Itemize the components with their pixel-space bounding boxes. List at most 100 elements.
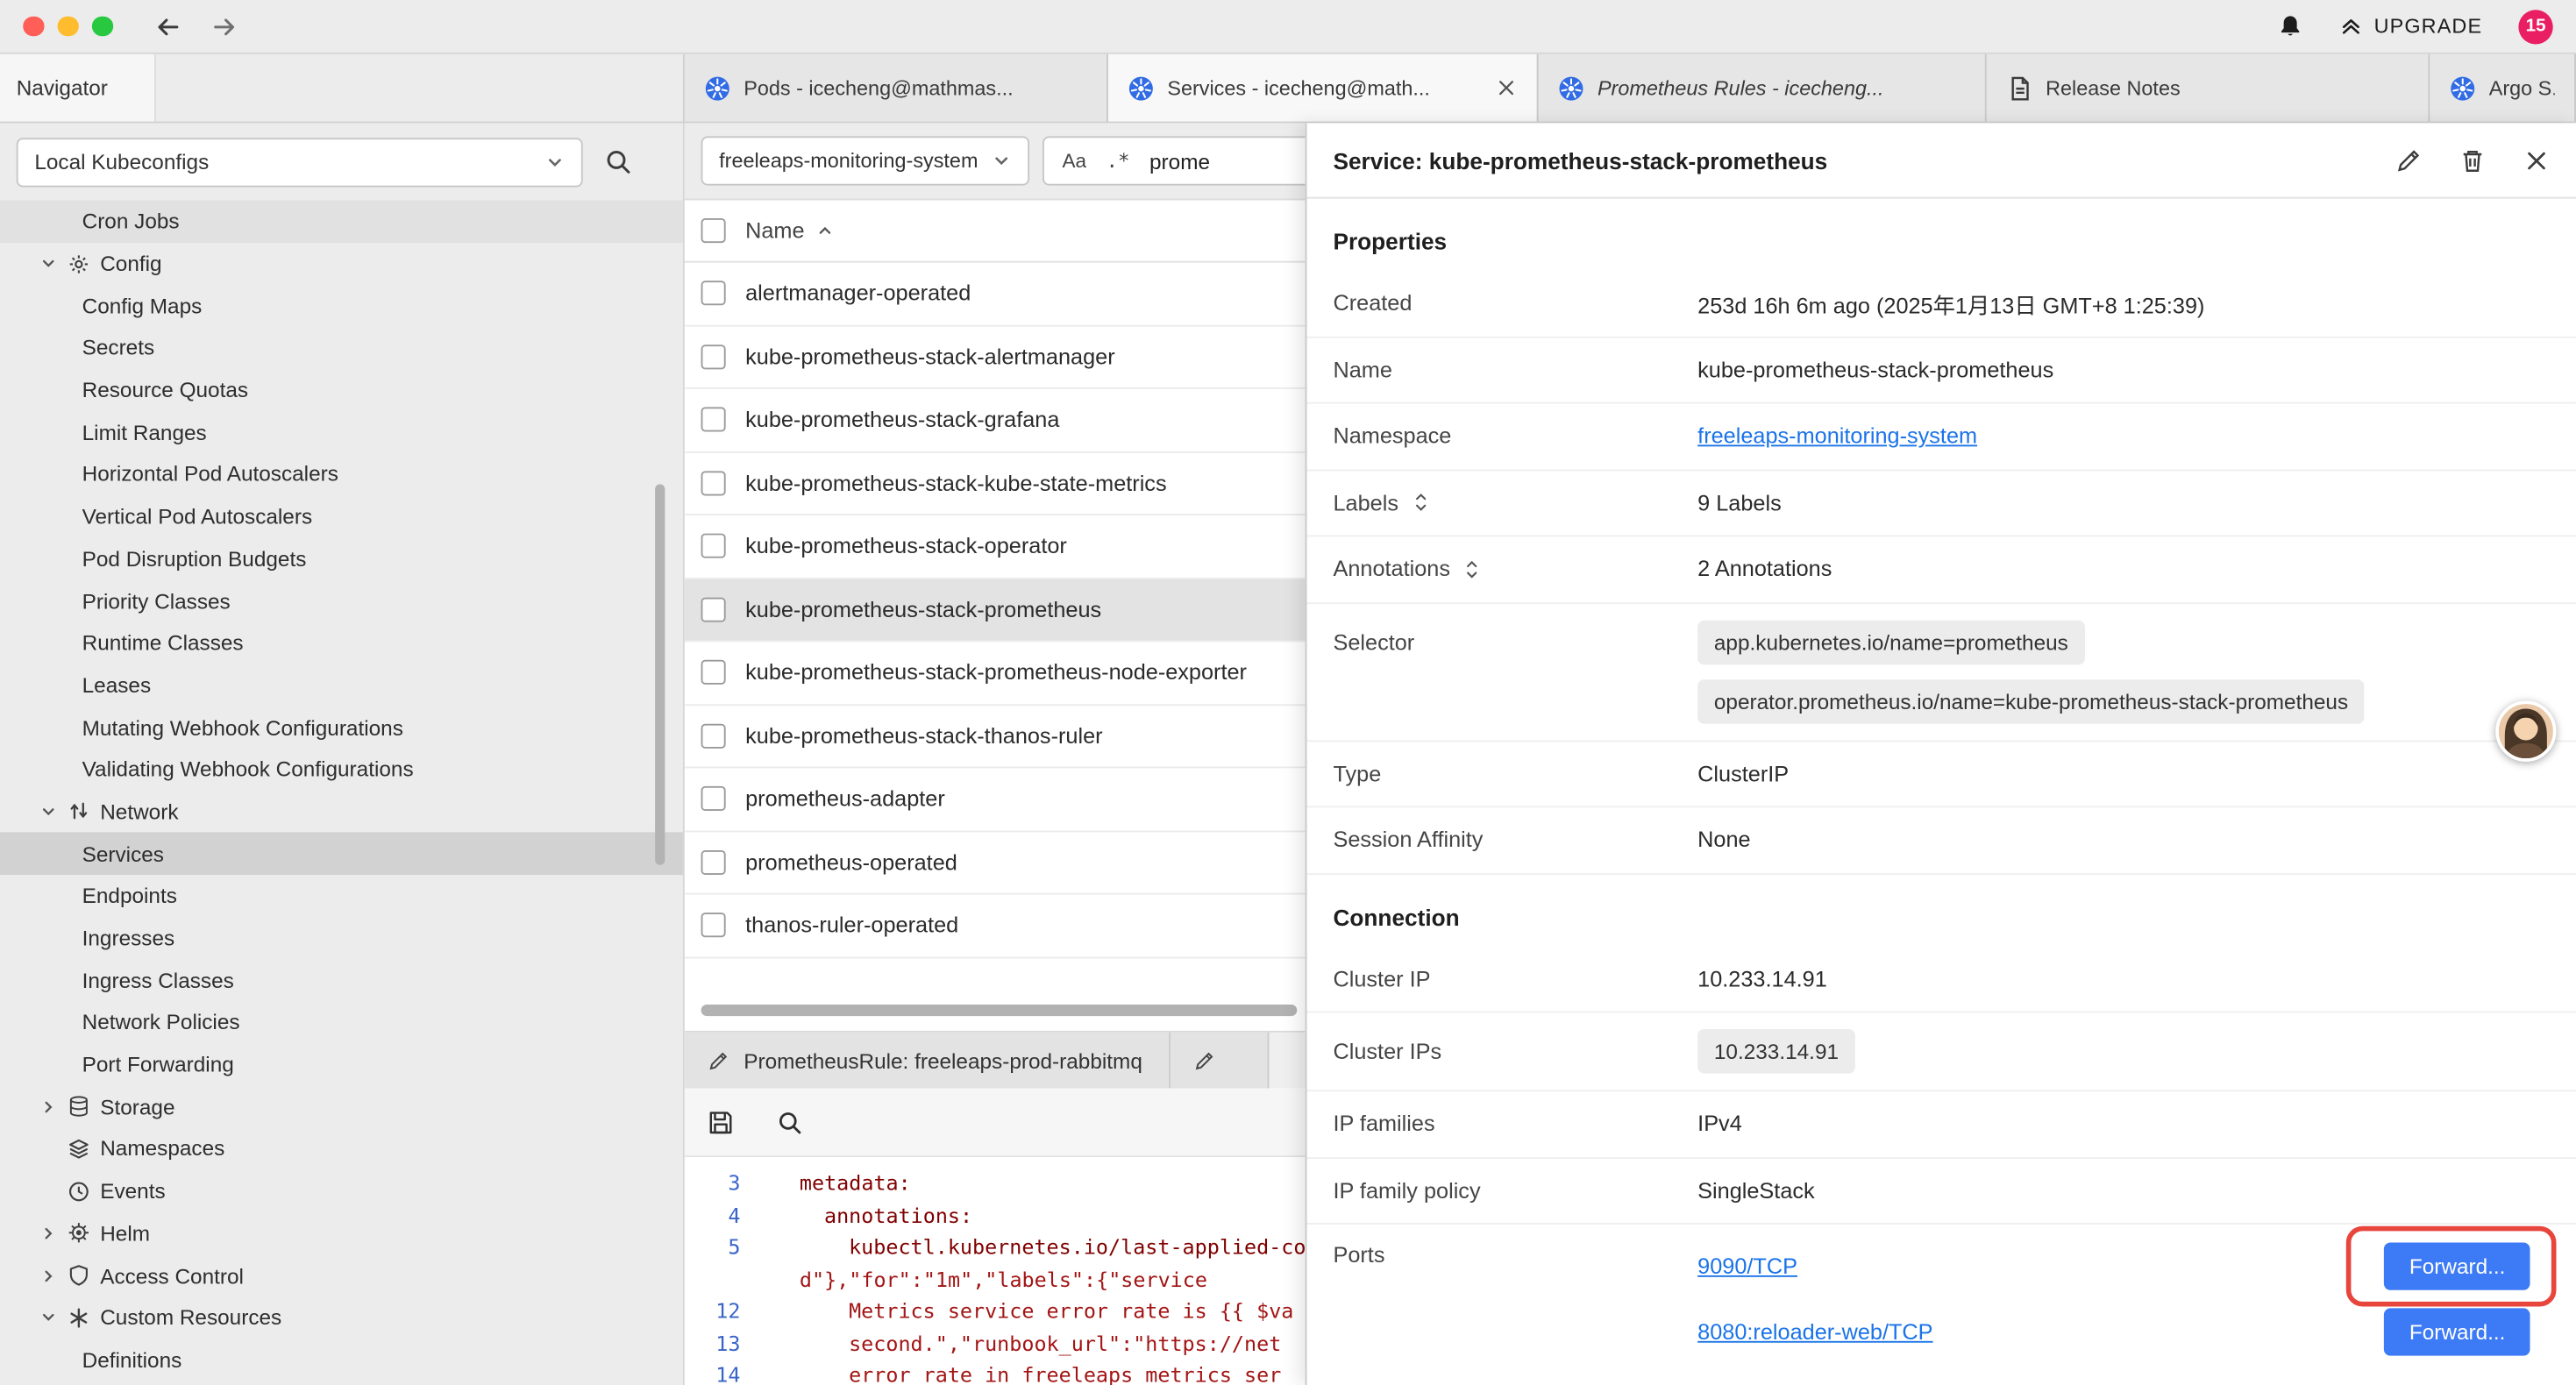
notifications-bell-icon[interactable] [2277,13,2303,39]
app-tab-services-icecheng-math[interactable]: Services - icecheng@math... [1108,54,1539,122]
sidebar-item-horizontal-pod-autoscalers[interactable]: Horizontal Pod Autoscalers [0,453,683,495]
assistant-avatar[interactable] [2495,701,2556,762]
row-checkbox[interactable] [701,344,726,369]
sidebar-item-helm[interactable]: Helm [0,1212,683,1254]
search-icon[interactable] [604,148,632,176]
port-link[interactable]: 9090/TCP [1697,1254,1797,1278]
kubeconfig-selector[interactable]: Local Kubeconfigs [17,137,583,186]
sidebar-item-storage[interactable]: Storage [0,1086,683,1128]
sidebar-item-pod-disruption-budgets[interactable]: Pod Disruption Budgets [0,537,683,579]
chevron-down-icon[interactable] [39,1309,68,1327]
sidebar-item-services[interactable]: Services [0,833,683,875]
row-checkbox[interactable] [701,723,726,748]
drawer-row-ip-family-policy: IP family policySingleStack [1307,1158,2576,1225]
unfold-icon[interactable] [1410,491,1431,514]
drawer-value: 10.233.14.91 [1697,966,2550,991]
upgrade-button[interactable]: UPGRADE [2339,15,2482,38]
sidebar-item-label: Mutating Webhook Configurations [82,715,403,740]
namespace-link[interactable]: freeleaps-monitoring-system [1697,424,1977,449]
chevron-down-icon[interactable] [39,803,68,821]
close-window-button[interactable] [23,16,43,36]
editor-search-icon[interactable] [777,1109,803,1135]
chevron-right-icon[interactable] [39,1225,68,1243]
back-icon[interactable] [153,12,181,40]
row-checkbox[interactable] [701,849,726,874]
sidebar-item-limit-ranges[interactable]: Limit Ranges [0,411,683,453]
drawer-value: IPv4 [1697,1112,2550,1136]
sidebar-item-leases[interactable]: Leases [0,664,683,707]
app-tab-argo-s[interactable]: Argo S... [2430,54,2576,122]
sidebar-item-endpoints[interactable]: Endpoints [0,875,683,917]
match-case-toggle[interactable]: Aa [1063,149,1087,172]
app-tab-pods-icecheng-mathmas[interactable]: Pods - icecheng@mathmas... [685,54,1108,122]
value-badge: app.kubernetes.io/name=prometheus [1697,620,2084,664]
sidebar-scrollbar-thumb[interactable] [655,484,665,864]
sidebar-item-events[interactable]: Events [0,1170,683,1212]
sidebar-item-validating-webhook-configurations[interactable]: Validating Webhook Configurations [0,749,683,791]
chevron-spacer [39,1182,68,1200]
row-checkbox[interactable] [701,913,726,938]
unfold-icon[interactable] [1462,558,1483,580]
chevron-right-icon[interactable] [39,1097,68,1116]
minimize-window-button[interactable] [58,16,78,36]
maximize-window-button[interactable] [92,16,112,36]
save-icon[interactable] [708,1109,734,1135]
line-number: 5 [685,1231,741,1263]
sidebar-item-definitions[interactable]: Definitions [0,1339,683,1381]
drawer-value-text: None [1697,827,1750,852]
chevron-right-icon[interactable] [39,1267,68,1285]
tab-bar: Pods - icecheng@mathmas...Services - ice… [685,54,2576,122]
sidebar-item-network-policies[interactable]: Network Policies [0,1001,683,1043]
row-checkbox[interactable] [701,660,726,685]
sidebar-item-config-maps[interactable]: Config Maps [0,285,683,327]
sort-asc-icon [816,222,835,240]
sidebar-item-network[interactable]: Network [0,791,683,833]
kubernetes-icon [1128,75,1154,101]
app-tab-release-notes[interactable]: Release Notes [1987,54,2430,122]
sidebar-item-ingress-classes[interactable]: Ingress Classes [0,959,683,1001]
sidebar-item-priority-classes[interactable]: Priority Classes [0,579,683,621]
sidebar-item-config[interactable]: Config [0,243,683,285]
regex-toggle[interactable]: .* [1106,149,1129,172]
select-all-checkbox[interactable] [701,218,726,243]
row-checkbox[interactable] [701,534,726,558]
sidebar-item-vertical-pod-autoscalers[interactable]: Vertical Pod Autoscalers [0,495,683,537]
forward-button[interactable]: Forward... [2385,1307,2530,1354]
dock-tab-next[interactable] [1171,1033,1269,1089]
port-link[interactable]: 8080:reloader-web/TCP [1697,1319,1932,1344]
drawer-label-text: Namespace [1333,424,1451,449]
column-header-name[interactable]: Name [745,218,834,243]
dock-tab-prometheusrule[interactable]: PrometheusRule: freeleaps-prod-rabbitmq [685,1033,1171,1089]
notification-count-badge[interactable]: 15 [2518,9,2552,43]
edit-pencil-icon[interactable] [2395,147,2422,174]
sidebar-item-secrets[interactable]: Secrets [0,327,683,369]
navigator-tab: Navigator [0,54,155,122]
forward-button[interactable]: Forward... [2385,1242,2530,1289]
delete-trash-icon[interactable] [2459,147,2486,174]
sidebar-item-cron-jobs[interactable]: Cron Jobs [0,200,683,242]
horizontal-scrollbar-thumb[interactable] [701,1005,1298,1016]
chevron-down-icon[interactable] [39,254,68,273]
row-checkbox[interactable] [701,281,726,306]
sidebar-item-mutating-webhook-configurations[interactable]: Mutating Webhook Configurations [0,707,683,749]
drawer-row-selector: Selectorapp.kubernetes.io/name=prometheu… [1307,603,2576,741]
sidebar-item-resource-quotas[interactable]: Resource Quotas [0,369,683,411]
row-checkbox[interactable] [701,471,726,495]
close-icon[interactable] [2523,147,2550,174]
sidebar-item-access-control[interactable]: Access Control [0,1254,683,1296]
row-checkbox[interactable] [701,597,726,621]
sidebar-item-custom-resources[interactable]: Custom Resources [0,1296,683,1339]
row-checkbox[interactable] [701,408,726,432]
app-tab-prometheus-rules-icecheng[interactable]: Prometheus Rules - icecheng... [1539,54,1987,122]
forward-icon[interactable] [210,12,238,40]
sidebar-item-ingresses[interactable]: Ingresses [0,917,683,959]
sidebar-item-port-forwarding[interactable]: Port Forwarding [0,1043,683,1085]
sidebar-item-runtime-classes[interactable]: Runtime Classes [0,621,683,664]
chevron-down-icon [545,152,565,171]
row-checkbox[interactable] [701,786,726,811]
sidebar-item-label: Custom Resources [100,1305,281,1330]
namespace-filter-select[interactable]: freeleaps-monitoring-system [701,136,1030,185]
drawer-label: Name [1333,358,1697,382]
close-icon[interactable] [1496,77,1517,98]
sidebar-item-namespaces[interactable]: Namespaces [0,1128,683,1170]
